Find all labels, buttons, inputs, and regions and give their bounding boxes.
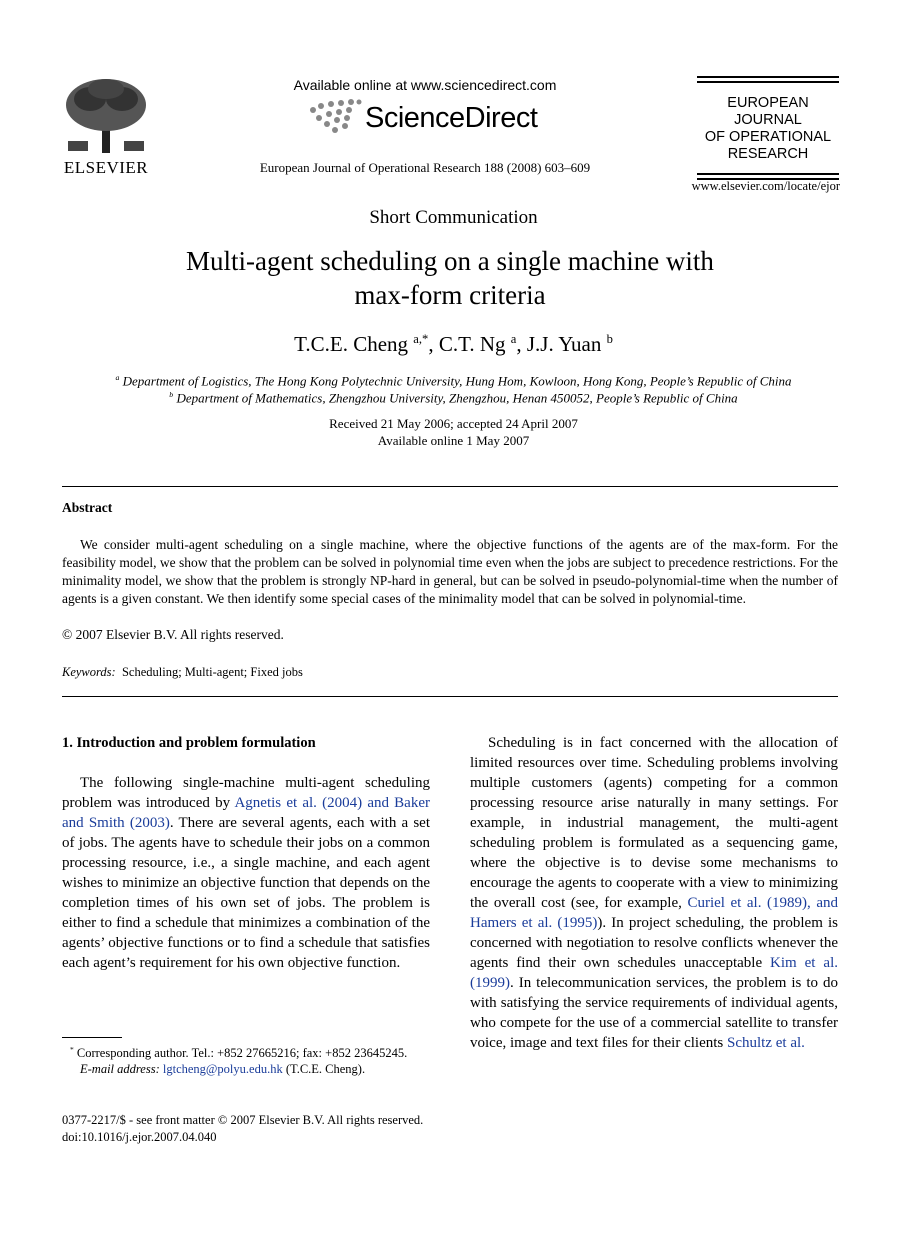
author-affil-mark[interactable]: b <box>607 332 613 346</box>
footnote-mark: * <box>70 1045 74 1054</box>
affiliation-text: Department of Mathematics, Zhengzhou Uni… <box>176 390 738 406</box>
right-column: Scheduling is in fact concerned with the… <box>470 733 838 1053</box>
journal-logo-line: OF OPERATIONAL <box>704 129 832 145</box>
journal-citation: European Journal of Operational Research… <box>259 160 591 175</box>
section-heading: 1. Introduction and problem formulation <box>62 735 316 751</box>
abstract-text: We consider multi-agent scheduling on a … <box>62 537 838 606</box>
elsevier-tree-logo <box>60 75 152 155</box>
available-online-text: Available online at www.sciencedirect.co… <box>293 77 557 93</box>
footnote: * Corresponding author. Tel.: +852 27665… <box>62 1042 430 1077</box>
doi-line: doi:10.1016/j.ejor.2007.04.040 <box>62 1130 217 1144</box>
front-matter-line: 0377-2217/$ - see front matter © 2007 El… <box>62 1113 424 1127</box>
abstract-body: We consider multi-agent scheduling on a … <box>62 536 838 608</box>
affiliation-text: Department of Logistics, The Hong Kong P… <box>122 373 792 389</box>
keywords-label: Keywords: <box>62 665 116 679</box>
keywords: Keywords: Scheduling; Multi-agent; Fixed… <box>62 665 303 680</box>
divider <box>62 486 838 487</box>
author-name[interactable]: T.C.E. Cheng <box>294 332 408 356</box>
email-label: E-mail address: <box>80 1062 160 1077</box>
paragraph: The following single-machine multi-agent… <box>62 775 430 971</box>
abstract-copyright: © 2007 Elsevier B.V. All rights reserved… <box>62 627 284 642</box>
sciencedirect-wordmark: ScienceDirect <box>365 102 538 134</box>
author-list: T.C.E. Cheng a,*, C.T. Ng a, J.J. Yuan b <box>294 332 613 356</box>
left-column: 1. Introduction and problem formulation … <box>62 733 430 973</box>
received-dates: Received 21 May 2006; accepted 24 April … <box>329 416 578 431</box>
article-title: Multi-agent scheduling on a single machi… <box>100 244 800 312</box>
article-type: Short Communication <box>369 207 538 228</box>
affiliation: b Department of Mathematics, Zhengzhou U… <box>40 390 867 406</box>
affiliation-mark: a <box>115 373 120 382</box>
citation-link[interactable]: Schultz et al. <box>727 1035 805 1051</box>
sciencedirect-dots-icon <box>310 99 362 133</box>
footnote-rule <box>62 1037 122 1038</box>
journal-url[interactable]: www.elsevier.com/locate/ejor <box>660 179 840 194</box>
available-date: Available online 1 May 2007 <box>377 433 530 448</box>
sciencedirect-logo: ScienceDirect <box>305 98 565 140</box>
journal-logo-line: JOURNAL <box>734 112 802 128</box>
title-line: max-form criteria <box>354 280 546 310</box>
divider <box>62 696 838 697</box>
title-line: Multi-agent scheduling on a single machi… <box>186 246 714 276</box>
journal-logo-line: EUROPEAN <box>727 95 809 111</box>
email-suffix: (T.C.E. Cheng). <box>282 1062 366 1077</box>
author-name[interactable]: J.J. Yuan <box>527 332 601 356</box>
abstract-heading: Abstract <box>62 500 113 515</box>
email-link[interactable]: lgtcheng@polyu.edu.hk <box>163 1062 283 1076</box>
journal-logo: EUROPEAN JOURNAL OF OPERATIONAL RESEARCH <box>697 76 839 183</box>
author-name[interactable]: C.T. Ng <box>439 332 506 356</box>
author-affil-mark[interactable]: a <box>511 332 517 346</box>
affiliation-mark: b <box>169 390 174 399</box>
publisher-name: ELSEVIER <box>63 158 149 177</box>
author-affil-mark[interactable]: a,* <box>413 332 428 346</box>
keywords-list: Scheduling; Multi-agent; Fixed jobs <box>121 665 303 679</box>
affiliation: a Department of Logistics, The Hong Kong… <box>40 373 867 389</box>
journal-logo-line: RESEARCH <box>727 146 809 162</box>
paragraph: Scheduling is in fact concerned with the… <box>470 735 838 1051</box>
footnote-text: Corresponding author. Tel.: +852 2766521… <box>76 1046 408 1061</box>
page-footer: 0377-2217/$ - see front matter © 2007 El… <box>62 1112 423 1146</box>
